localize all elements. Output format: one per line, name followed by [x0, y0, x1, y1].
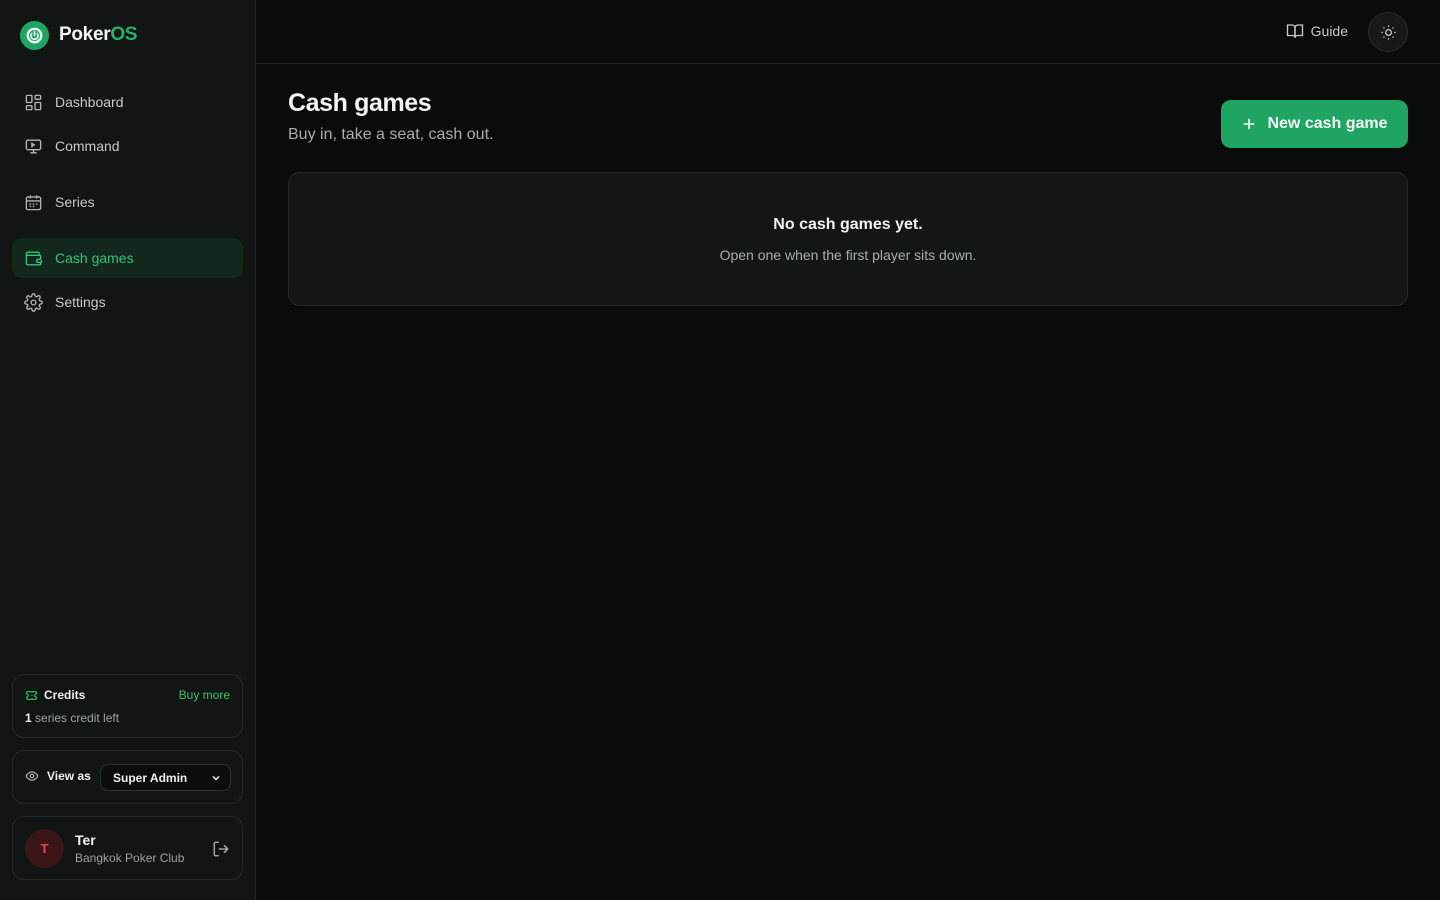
plus-icon	[1244, 118, 1255, 130]
top-bar: Guide	[256, 0, 1440, 64]
theme-toggle-button[interactable]	[1368, 12, 1408, 52]
brand-name: PokerOS	[59, 24, 138, 45]
ticket-icon	[26, 690, 37, 700]
sidebar-item-command[interactable]: Command	[12, 126, 243, 166]
sidebar-item-label: Settings	[55, 294, 106, 310]
empty-state-title: No cash games yet.	[773, 216, 923, 233]
sidebar-item-cash-games[interactable]: Cash games	[12, 238, 243, 278]
wallet-icon	[25, 250, 43, 266]
eye-icon	[25, 771, 39, 781]
sidebar-item-label: Cash games	[55, 250, 134, 266]
sidebar-item-label: Series	[55, 194, 95, 210]
view-as-label: View as	[25, 769, 91, 783]
page-title: Cash games	[288, 89, 432, 117]
chevron-down-icon	[212, 775, 220, 781]
calendar-icon	[25, 194, 42, 210]
power-icon	[20, 20, 49, 50]
buy-more-link[interactable]: Buy more	[179, 688, 230, 702]
credits-title: Credits	[25, 688, 85, 702]
new-cash-game-button[interactable]: New cash game	[1221, 100, 1408, 148]
credits-card: Credits Buy more 1 series credit left	[12, 674, 243, 738]
page-subtitle: Buy in, take a seat, cash out.	[288, 126, 494, 143]
user-card: T Ter Bangkok Poker Club	[12, 816, 243, 880]
sidebar: PokerOS Dashboard Command Series Cash ga…	[0, 0, 256, 900]
sidebar-item-dashboard[interactable]: Dashboard	[12, 82, 243, 122]
sidebar-item-label: Dashboard	[55, 94, 124, 110]
sidebar-item-settings[interactable]: Settings	[12, 282, 243, 322]
dashboard-grid-icon	[25, 94, 42, 110]
credits-remaining: 1 series credit left	[25, 711, 120, 725]
view-as-card: View as Super Admin	[12, 750, 243, 804]
gear-icon	[24, 292, 43, 312]
sidebar-item-series[interactable]: Series	[12, 182, 243, 222]
brand-logo-link[interactable]: PokerOS	[20, 20, 137, 50]
sun-icon	[1380, 24, 1396, 40]
user-club: Bangkok Poker Club	[75, 851, 185, 865]
sidebar-item-label: Command	[55, 138, 120, 154]
book-open-icon	[1286, 24, 1303, 38]
empty-state: No cash games yet. Open one when the fir…	[288, 172, 1408, 306]
user-name: Ter	[75, 832, 96, 848]
monitor-icon	[25, 138, 42, 154]
guide-button[interactable]: Guide	[1286, 22, 1348, 40]
avatar[interactable]: T	[25, 829, 64, 868]
empty-state-subtitle: Open one when the first player sits down…	[719, 247, 977, 263]
view-as-select[interactable]: Super Admin	[100, 764, 231, 791]
logout-icon[interactable]	[212, 840, 230, 858]
